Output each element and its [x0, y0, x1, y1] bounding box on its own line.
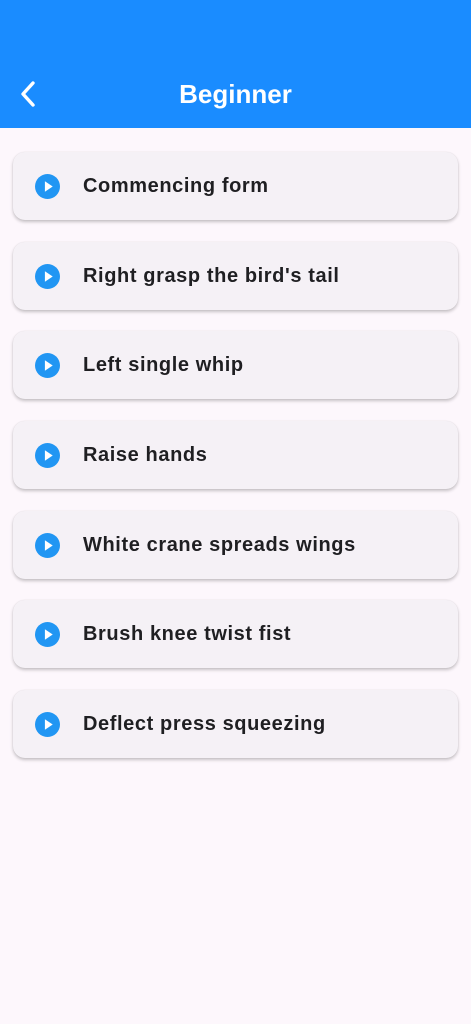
play-circle-icon	[35, 532, 60, 558]
lesson-item-left-single-whip[interactable]: Left single whip	[13, 331, 458, 400]
lesson-label: Left single whip	[83, 354, 244, 377]
play-circle-icon	[35, 263, 60, 289]
play-circle-icon	[35, 443, 60, 469]
page-title: Beginner	[179, 79, 292, 109]
lesson-item-deflect-press-squeezing[interactable]: Deflect press squeezing	[13, 690, 458, 759]
lesson-item-right-grasp-the-birds-tail[interactable]: Right grasp the bird's tail	[13, 241, 458, 310]
play-circle-icon	[35, 712, 60, 738]
play-circle-icon	[35, 622, 60, 648]
lesson-item-brush-knee-twist-fist[interactable]: Brush knee twist fist	[13, 600, 458, 669]
lesson-item-white-crane-spreads-wings[interactable]: White crane spreads wings	[13, 510, 458, 579]
play-circle-icon	[35, 174, 60, 199]
app-bar: Beginner	[0, 0, 471, 128]
lesson-label: Commencing form	[83, 175, 269, 197]
lesson-label: Raise hands	[83, 444, 208, 467]
lesson-item-commencing-form[interactable]: Commencing form	[13, 152, 458, 220]
lesson-label: Right grasp the bird's tail	[83, 264, 340, 287]
lesson-label: Brush knee twist fist	[83, 623, 292, 646]
lesson-label: Deflect press squeezing	[83, 713, 326, 736]
lesson-list: Commencing form Right grasp the bird's t…	[13, 152, 458, 780]
lesson-label: White crane spreads wings	[83, 533, 356, 556]
play-circle-icon	[35, 353, 60, 379]
lesson-item-raise-hands[interactable]: Raise hands	[13, 421, 458, 490]
